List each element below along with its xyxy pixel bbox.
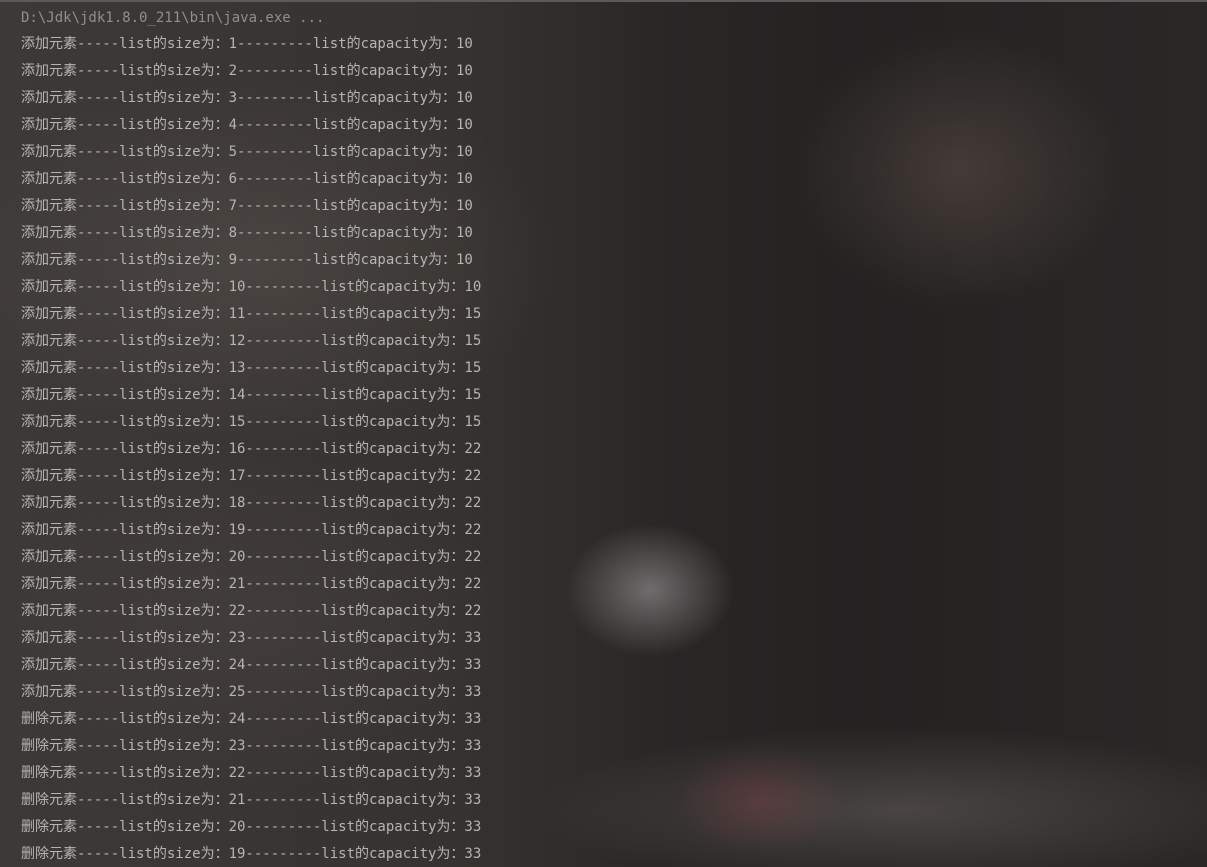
output-line: 删除元素-----list的size为：22---------list的capa… [21,765,482,781]
output-line: 添加元素-----list的size为：4---------list的capac… [21,117,473,133]
output-line: 添加元素-----list的size为：10---------list的capa… [21,279,482,295]
output-line: 添加元素-----list的size为：23---------list的capa… [21,630,482,646]
output-line: 添加元素-----list的size为：9---------list的capac… [21,252,473,268]
output-line: 添加元素-----list的size为：5---------list的capac… [21,144,473,160]
output-line: 添加元素-----list的size为：8---------list的capac… [21,225,473,241]
output-line: 添加元素-----list的size为：12---------list的capa… [21,333,482,349]
output-lines: 添加元素-----list的size为：1---------list的capac… [21,34,481,867]
output-line: 添加元素-----list的size为：18---------list的capa… [21,495,482,511]
output-line: 添加元素-----list的size为：15---------list的capa… [21,414,482,430]
console-output-panel[interactable]: D:\Jdk\jdk1.8.0_211\bin\java.exe ... 添加元… [0,0,1207,867]
output-line: 添加元素-----list的size为：6---------list的capac… [21,171,473,187]
output-line: 添加元素-----list的size为：13---------list的capa… [21,360,482,376]
output-line: 添加元素-----list的size为：11---------list的capa… [21,306,482,322]
output-line: 添加元素-----list的size为：24---------list的capa… [21,657,482,673]
output-line: 添加元素-----list的size为：3---------list的capac… [21,90,473,106]
output-line: 添加元素-----list的size为：17---------list的capa… [21,468,482,484]
output-line: 删除元素-----list的size为：24---------list的capa… [21,711,482,727]
run-command-line: D:\Jdk\jdk1.8.0_211\bin\java.exe ... [21,10,325,26]
output-line: 删除元素-----list的size为：20---------list的capa… [21,819,482,835]
output-line: 添加元素-----list的size为：25---------list的capa… [21,684,482,700]
output-line: 添加元素-----list的size为：16---------list的capa… [21,441,482,457]
output-line: 添加元素-----list的size为：20---------list的capa… [21,549,482,565]
output-line: 添加元素-----list的size为：21---------list的capa… [21,576,482,592]
output-line: 添加元素-----list的size为：2---------list的capac… [21,63,473,79]
output-line: 添加元素-----list的size为：1---------list的capac… [21,36,473,52]
output-line: 添加元素-----list的size为：7---------list的capac… [21,198,473,214]
output-line: 删除元素-----list的size为：19---------list的capa… [21,846,482,862]
output-line: 添加元素-----list的size为：22---------list的capa… [21,603,482,619]
output-line: 添加元素-----list的size为：14---------list的capa… [21,387,482,403]
panel-top-border [0,0,1207,2]
output-line: 添加元素-----list的size为：19---------list的capa… [21,522,482,538]
output-line: 删除元素-----list的size为：23---------list的capa… [21,738,482,754]
output-line: 删除元素-----list的size为：21---------list的capa… [21,792,482,808]
